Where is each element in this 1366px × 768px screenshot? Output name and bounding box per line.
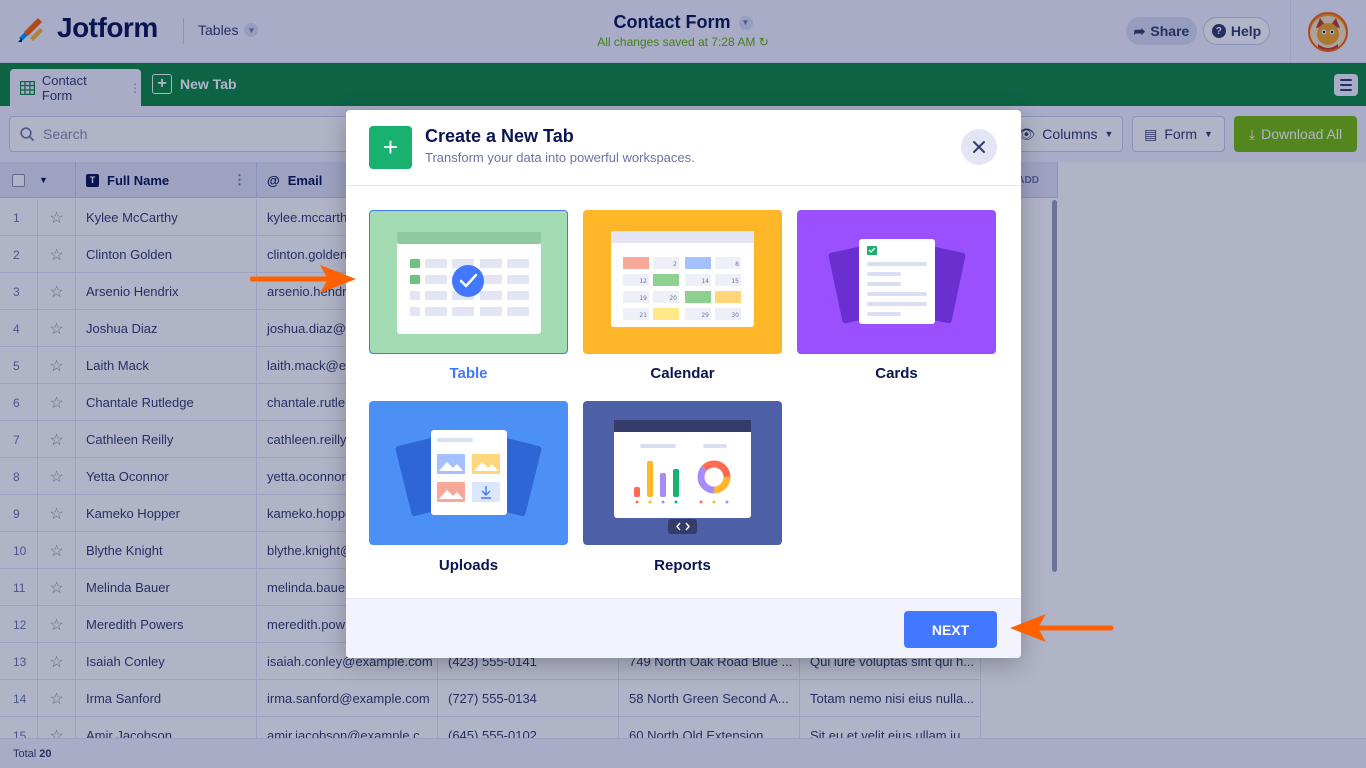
arrow-left-icon <box>1010 614 1114 642</box>
modal-header: + Create a New Tab Transform your data i… <box>346 110 1021 186</box>
option-table[interactable] <box>369 210 568 354</box>
option-calendar-label[interactable]: Calendar <box>583 365 782 382</box>
option-reports[interactable] <box>583 401 782 545</box>
modal-footer: NEXT <box>346 598 1021 658</box>
calendar-day-number: 21 <box>639 312 647 319</box>
option-table-label[interactable]: Table <box>369 365 568 382</box>
create-tab-modal: + Create a New Tab Transform your data i… <box>346 110 1021 658</box>
next-button[interactable]: NEXT <box>904 611 997 648</box>
uploads-illustration-icon <box>395 430 542 517</box>
calendar-illustration-icon: 2 8 12 14 15 19 20 21 29 30 <box>611 231 754 327</box>
calendar-day-number: 30 <box>731 312 739 319</box>
close-button[interactable] <box>961 129 997 165</box>
option-calendar[interactable]: 2 8 12 14 15 19 20 21 29 30 <box>583 210 782 354</box>
cards-illustration-icon <box>828 239 966 324</box>
arrow-right-icon <box>250 265 356 293</box>
calendar-day-number: 19 <box>639 295 647 302</box>
plus-icon: + <box>369 126 412 169</box>
reports-illustration-icon <box>614 420 751 534</box>
calendar-day-number: 12 <box>639 278 647 285</box>
calendar-day-number: 14 <box>701 278 709 285</box>
table-illustration-icon <box>397 232 541 334</box>
option-uploads[interactable] <box>369 401 568 545</box>
modal-subtitle: Transform your data into powerful worksp… <box>425 150 695 165</box>
option-reports-label[interactable]: Reports <box>583 557 782 574</box>
calendar-day-number: 8 <box>735 261 739 268</box>
option-cards[interactable] <box>797 210 996 354</box>
option-uploads-label[interactable]: Uploads <box>369 557 568 574</box>
option-cards-label[interactable]: Cards <box>797 365 996 382</box>
calendar-day-number: 15 <box>731 278 739 285</box>
close-icon <box>973 141 985 153</box>
modal-title: Create a New Tab <box>425 126 574 146</box>
calendar-day-number: 29 <box>701 312 709 319</box>
calendar-day-number: 20 <box>669 295 677 302</box>
calendar-day-number: 2 <box>673 261 677 268</box>
